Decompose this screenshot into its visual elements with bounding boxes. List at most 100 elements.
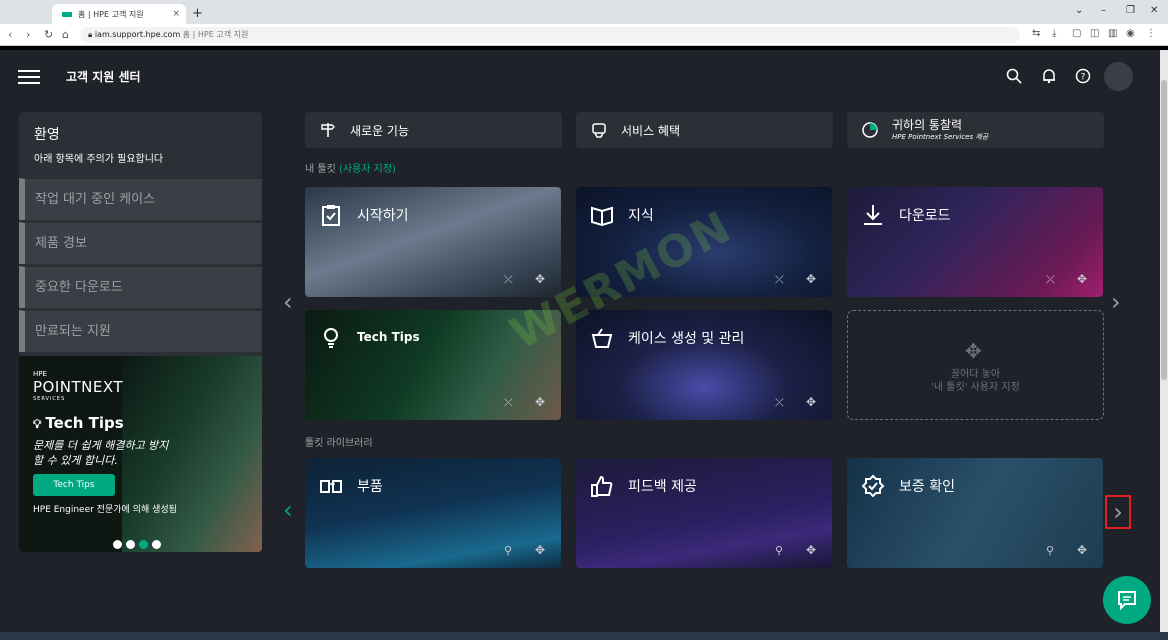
thumbs-up-icon bbox=[590, 474, 614, 503]
reload-icon[interactable]: ↻ bbox=[44, 28, 53, 41]
app-title: 고객 지원 센터 bbox=[66, 70, 141, 84]
promo-brand-sub: SERVICES bbox=[33, 396, 66, 402]
insights-icon bbox=[861, 121, 879, 143]
forward-icon[interactable]: › bbox=[26, 28, 30, 41]
insights-card[interactable]: 귀하의 통찰력 HPE Pointnext Services 제공 bbox=[847, 112, 1104, 148]
welcome-subtitle: 아래 항목에 주의가 필요합니다 bbox=[34, 154, 164, 165]
extension-icon[interactable]: ◫ bbox=[1090, 28, 1099, 39]
promo-footer: HPE Engineer 전문가에 의해 생성됨 bbox=[33, 505, 177, 515]
move-icon[interactable]: ✥ bbox=[806, 395, 816, 409]
sidebar-item-critical-downloads[interactable]: 중요한 다운로드 bbox=[19, 266, 262, 308]
my-toolkit-prev-arrow-icon[interactable]: ‹ bbox=[283, 288, 293, 316]
menu-icon[interactable]: ⋮ bbox=[1146, 28, 1156, 39]
service-benefits-card[interactable]: 서비스 혜택 bbox=[576, 112, 833, 148]
sidebar-item-product-alerts[interactable]: 제품 경보 bbox=[19, 222, 262, 264]
home-icon[interactable]: ⌂ bbox=[62, 28, 69, 41]
toolkit-drop-zone[interactable]: ✥ 끌어다 놓아 '내 툴킷' 사용자 지정 bbox=[847, 310, 1104, 420]
tab-search-icon[interactable]: ⌄ bbox=[1075, 5, 1083, 16]
unpin-icon[interactable]: ⤫ bbox=[775, 396, 784, 410]
book-icon bbox=[590, 203, 614, 232]
move-icon[interactable]: ✥ bbox=[535, 272, 545, 286]
unpin-icon[interactable]: ⤫ bbox=[775, 273, 784, 287]
carousel-dot[interactable] bbox=[113, 540, 122, 549]
pin-icon[interactable]: ⚲ bbox=[775, 544, 783, 557]
minimize-icon[interactable]: – bbox=[1101, 5, 1106, 16]
browser-tab-bar: 홈 | HPE 고객 지원 × + ⌄ – ❐ ✕ bbox=[0, 0, 1168, 24]
restore-icon[interactable]: ❐ bbox=[1126, 5, 1135, 16]
my-toolkit-next-arrow-icon[interactable]: › bbox=[1111, 288, 1121, 316]
url-page-title: 홈 | HPE 고객 지원 bbox=[180, 30, 249, 39]
os-taskbar bbox=[0, 632, 1168, 640]
service-benefits-label: 서비스 혜택 bbox=[621, 124, 681, 138]
svg-text:?: ? bbox=[1081, 73, 1086, 83]
scrollbar-thumb[interactable] bbox=[1161, 80, 1167, 380]
sidebar-icon[interactable]: ▥ bbox=[1108, 28, 1117, 39]
carousel-dot-active[interactable] bbox=[139, 540, 148, 549]
chat-button[interactable] bbox=[1103, 576, 1151, 624]
bell-icon[interactable] bbox=[1041, 68, 1057, 84]
library-next-arrow-icon[interactable]: › bbox=[1105, 495, 1131, 529]
pin-icon[interactable]: ⚲ bbox=[1046, 544, 1054, 557]
move-icon[interactable]: ✥ bbox=[806, 272, 816, 286]
toolkit-library-heading: 툴킷 라이브러리 bbox=[305, 438, 373, 449]
tile-label: 부품 bbox=[357, 479, 383, 495]
promo-tech-tips-button[interactable]: Tech Tips bbox=[33, 474, 115, 496]
move-icon[interactable]: ✥ bbox=[535, 543, 545, 557]
tile-label: Tech Tips bbox=[357, 330, 420, 344]
badge-check-icon bbox=[861, 474, 885, 503]
unpin-icon[interactable]: ⤫ bbox=[504, 273, 513, 287]
new-tab-button[interactable]: + bbox=[192, 6, 203, 21]
tile-feedback[interactable]: 피드백 제공 ⚲ ✥ bbox=[576, 458, 832, 568]
tile-parts[interactable]: 부품 ⚲ ✥ bbox=[305, 458, 561, 568]
tile-label: 지식 bbox=[628, 208, 654, 224]
page-scrollbar[interactable] bbox=[1160, 50, 1168, 640]
close-window-icon[interactable]: ✕ bbox=[1150, 5, 1158, 16]
translate-icon[interactable]: ⇆ bbox=[1032, 28, 1040, 39]
search-icon[interactable] bbox=[1006, 68, 1022, 84]
screenshot-icon[interactable]: ▢ bbox=[1072, 28, 1081, 39]
help-icon[interactable]: ? bbox=[1075, 68, 1091, 84]
tile-label: 시작하기 bbox=[357, 208, 409, 224]
back-icon[interactable]: ‹ bbox=[8, 28, 12, 41]
avatar[interactable] bbox=[1104, 62, 1133, 91]
service-icon bbox=[590, 121, 608, 143]
welcome-panel: 환영 아래 항목에 주의가 필요합니다 작업 대기 중인 케이스 제품 경보 중… bbox=[19, 112, 262, 356]
tile-warranty-check[interactable]: 보증 확인 ⚲ ✥ bbox=[847, 458, 1103, 568]
tile-label: 다운로드 bbox=[899, 208, 951, 224]
sidebar-item-pending-cases[interactable]: 작업 대기 중인 케이스 bbox=[19, 178, 262, 220]
tile-getting-started[interactable]: 시작하기 ⤫ ✥ bbox=[305, 187, 561, 297]
downloads-icon[interactable]: ⤓ bbox=[1052, 28, 1056, 39]
sidebar-item-expiring-support[interactable]: 만료되는 지원 bbox=[19, 310, 262, 352]
app-header: 고객 지원 센터 ? bbox=[0, 50, 1160, 102]
promo-description: 문제를 더 쉽게 해결하고 방지할 수 있게 합니다. bbox=[33, 439, 169, 467]
lightbulb-icon: 💡︎ bbox=[33, 417, 42, 431]
promo-title: 💡︎ Tech Tips bbox=[33, 414, 124, 432]
move-icon[interactable]: ✥ bbox=[1077, 272, 1087, 286]
drop-zone-line2: '내 툴킷' 사용자 지정 bbox=[931, 382, 1020, 393]
library-prev-arrow-icon[interactable]: ‹ bbox=[283, 496, 293, 524]
unpin-icon[interactable]: ⤫ bbox=[504, 396, 513, 410]
unpin-icon[interactable]: ⤫ bbox=[1046, 273, 1055, 287]
whats-new-card[interactable]: 새로운 기능 bbox=[305, 112, 562, 148]
url-field[interactable]: 🔒︎ iam.support.hpe.com 홈 | HPE 고객 지원 bbox=[80, 27, 1020, 43]
insights-sublabel: HPE Pointnext Services 제공 bbox=[892, 133, 989, 141]
carousel-dot[interactable] bbox=[152, 540, 161, 549]
move-icon[interactable]: ✥ bbox=[535, 395, 545, 409]
parts-icon bbox=[319, 474, 343, 503]
tab-title: 홈 | HPE 고객 지원 bbox=[78, 9, 144, 19]
profile-icon[interactable]: ◉ bbox=[1126, 28, 1135, 39]
browser-tab[interactable]: 홈 | HPE 고객 지원 × bbox=[52, 4, 186, 24]
tab-close-icon[interactable]: × bbox=[172, 9, 180, 19]
move-icon[interactable]: ✥ bbox=[806, 543, 816, 557]
pin-icon[interactable]: ⚲ bbox=[504, 544, 512, 557]
hamburger-menu-icon[interactable] bbox=[18, 70, 40, 86]
tile-label: 피드백 제공 bbox=[628, 479, 697, 495]
tile-downloads[interactable]: 다운로드 ⤫ ✥ bbox=[847, 187, 1103, 297]
move-icon[interactable]: ✥ bbox=[1077, 543, 1087, 557]
move-icon: ✥ bbox=[965, 339, 982, 363]
tile-case-management[interactable]: 케이스 생성 및 관리 ⤫ ✥ bbox=[576, 310, 832, 420]
insights-label: 귀하의 통찰력 bbox=[892, 118, 963, 132]
promo-banner[interactable]: HPE POINTNEXT SERVICES 💡︎ Tech Tips 문제를 더… bbox=[19, 356, 262, 552]
download-icon bbox=[861, 203, 885, 232]
carousel-dot[interactable] bbox=[126, 540, 135, 549]
